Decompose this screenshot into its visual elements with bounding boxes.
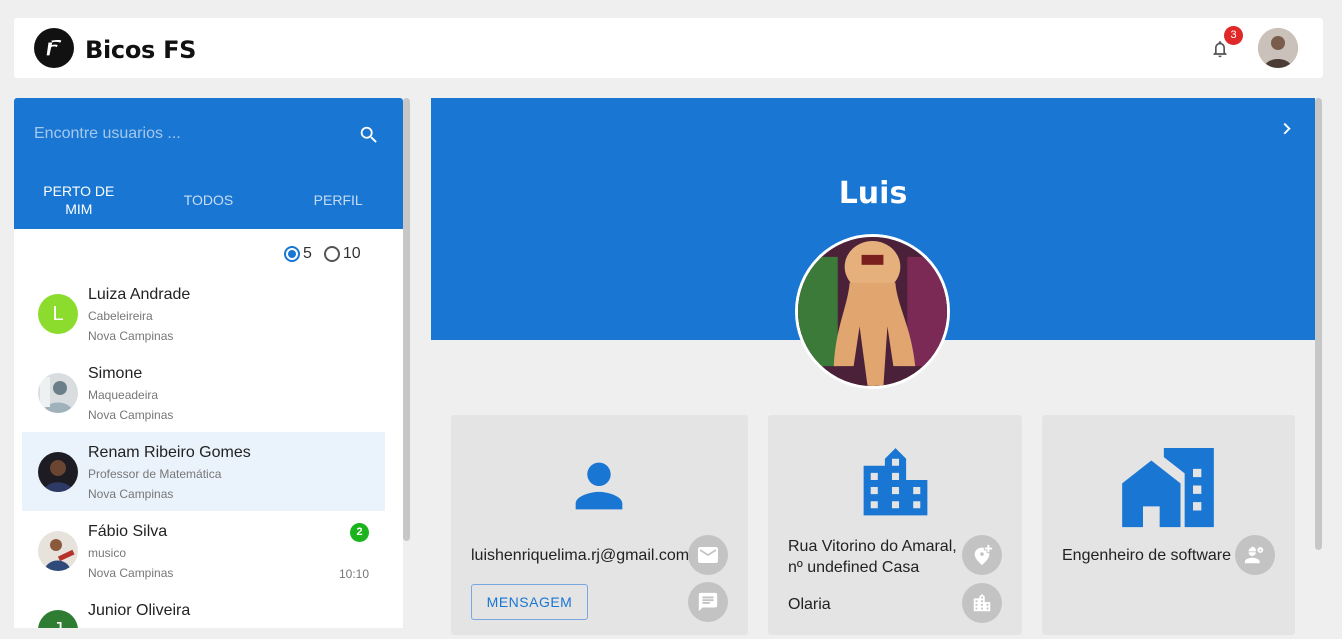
address-line: Rua Vitorino do Amaral, nº undefined Cas… [788,538,957,576]
profile-photo-image [798,237,947,386]
message-button[interactable]: MENSAGEM [471,584,588,620]
list-item[interactable]: L Luiza Andrade Cabeleireira Nova Campin… [22,274,385,353]
user-role: Professor de Matemática [88,467,222,481]
radius-label: 5 [303,245,312,262]
tab-todos[interactable]: TODOS [144,178,274,229]
user-role: musico [88,546,127,560]
tab-label: TODOS [183,192,234,208]
radius-label: 10 [342,245,361,262]
user-list: L Luiza Andrade Cabeleireira Nova Campin… [22,274,385,628]
person-icon [575,462,623,510]
search-header: PERTO DE MIM TODOS PERFIL [14,98,403,229]
profile-email: luishenriquelima.rj@gmail.com [471,547,690,564]
list-item[interactable]: Simone Maqueadeira Nova Campinas [22,353,385,432]
search-input[interactable] [34,122,334,146]
address-card: Rua Vitorino do Amaral, nº undefined Cas… [768,415,1022,635]
profile-photo [795,234,950,389]
user-role: Cabeleireira [88,309,153,323]
chat-button[interactable] [688,582,728,622]
email-button[interactable] [688,535,728,575]
chat-icon [698,592,718,612]
user-city: Nova Campinas [88,487,174,501]
users-list-scrollbar[interactable] [403,98,410,541]
user-city: Nova Campinas [88,408,174,422]
avatar [38,373,78,413]
user-city: Nova Campinas [88,329,174,343]
list-item[interactable]: J Junior Oliveira [22,590,385,628]
brand-title: Bicos FS [85,36,197,64]
top-app-bar: Bicos FS 3 [14,18,1323,78]
avatar [38,452,78,492]
avatar: L [38,294,78,334]
unread-count-badge: 2 [350,523,369,542]
tab-label: PERFIL [313,192,363,208]
home-work-icon [1122,448,1214,528]
neighborhood: Olaria [788,596,831,613]
notification-count-badge: 3 [1224,26,1243,45]
app-logo[interactable] [34,28,74,68]
radius-radio-5[interactable] [284,246,300,262]
avatar-photo [38,373,78,413]
profile-name: Luis [838,176,908,211]
contact-card: luishenriquelima.rj@gmail.com MENSAGEM [451,415,748,635]
neighborhood-button[interactable] [962,583,1002,623]
user-role: Maqueadeira [88,388,159,402]
building-icon [973,593,991,612]
avatar-photo [38,531,78,571]
message-time: 10:10 [338,567,369,581]
profile-scrollbar[interactable] [1315,98,1322,550]
map-button[interactable] [962,535,1002,575]
map-pin-icon [974,544,993,566]
radius-selector: 5 10 [284,245,373,263]
user-name: Luiza Andrade [88,286,191,303]
radius-radio-10[interactable] [323,246,340,262]
user-name: Simone [88,365,143,382]
mail-icon [698,547,718,563]
users-panel: PERTO DE MIM TODOS PERFIL 5 10 L Luiza A… [14,98,403,628]
tab-label: PERTO DE MIM [43,183,115,217]
chevron-right-icon[interactable] [1277,117,1297,139]
user-name: Junior Oliveira [88,602,191,619]
logo-icon [46,39,62,56]
engineering-icon [1244,546,1264,564]
list-item[interactable]: Fábio Silva musico Nova Campinas 2 10:10 [22,511,385,590]
tab-perfil[interactable]: PERFIL [273,178,403,229]
tab-perto-de-mim[interactable]: PERTO DE MIM [14,178,144,229]
user-avatar[interactable] [1258,28,1298,68]
avatar-photo [1258,28,1298,68]
occupation: Engenheiro de software [1062,547,1231,564]
tab-bar: PERTO DE MIM TODOS PERFIL [14,178,403,229]
list-item[interactable]: Renam Ribeiro Gomes Professor de Matemát… [22,432,385,511]
avatar: J [38,610,78,628]
user-city: Nova Campinas [88,566,174,580]
occupation-card: Engenheiro de software [1042,415,1295,635]
avatar [38,531,78,571]
search-icon[interactable] [358,124,380,146]
avatar-photo [38,452,78,492]
occupation-button[interactable] [1235,535,1275,575]
user-name: Fábio Silva [88,523,168,540]
city-buildings-icon [863,448,928,516]
user-name: Renam Ribeiro Gomes [88,444,251,461]
